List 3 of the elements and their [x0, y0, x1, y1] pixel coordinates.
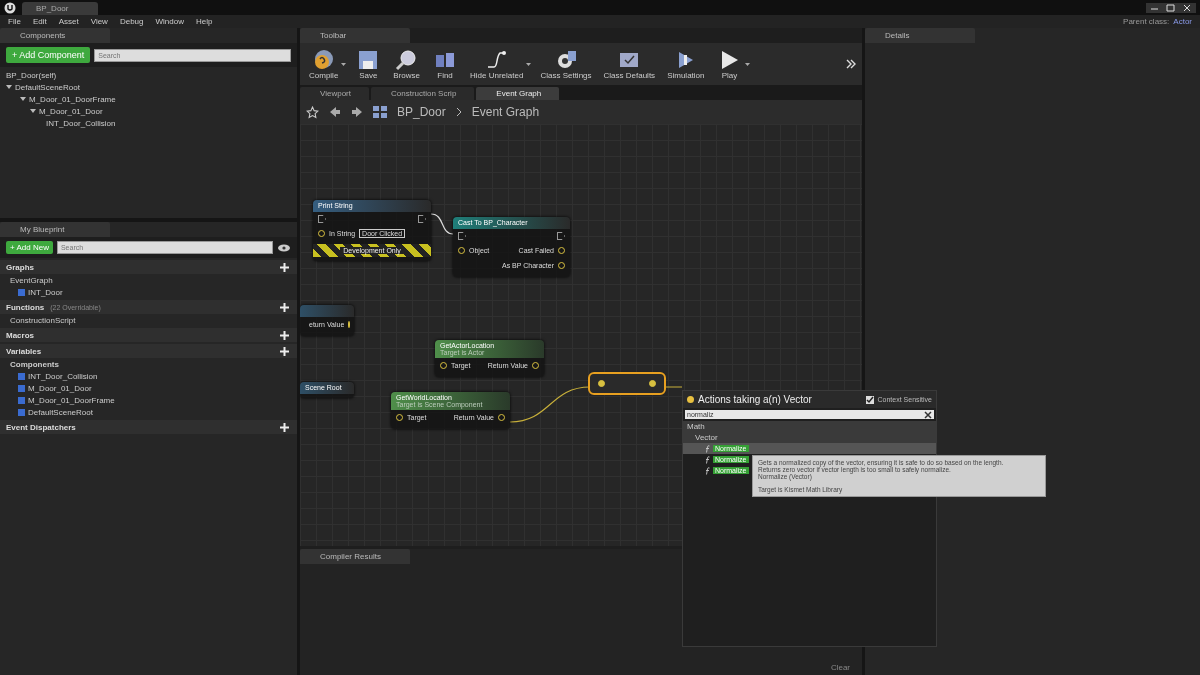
parent-class-label: Parent class: — [1123, 17, 1170, 26]
action-menu-title: Actions taking a(n) Vector — [698, 394, 812, 405]
breadcrumb-current: Event Graph — [471, 105, 540, 119]
